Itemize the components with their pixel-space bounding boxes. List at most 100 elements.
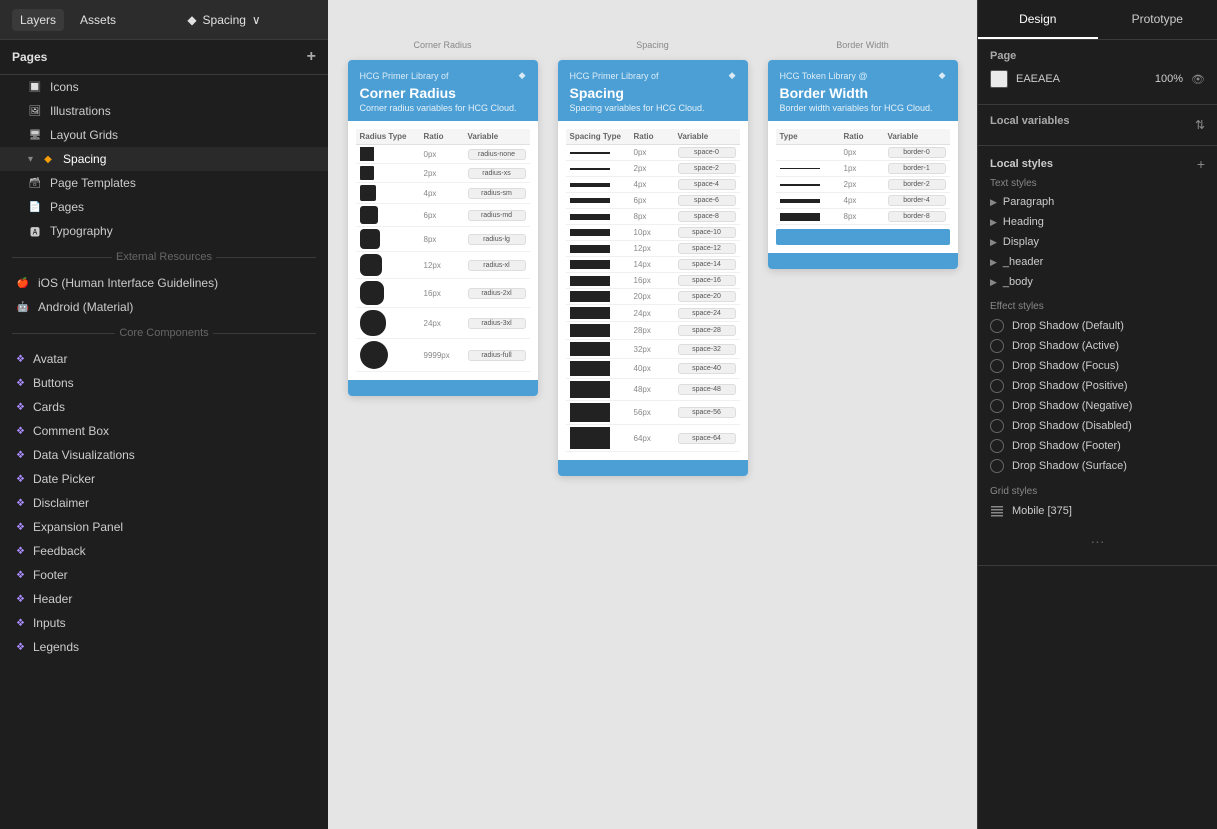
effect-drop-shadow-disabled[interactable]: Drop Shadow (Disabled) bbox=[990, 416, 1205, 436]
assets-tab[interactable]: Assets bbox=[72, 9, 124, 31]
canvas-inner: Corner Radius HCG Primer Library of ◆ Co… bbox=[348, 40, 958, 476]
style-label: _body bbox=[1003, 276, 1033, 288]
card-title: Spacing bbox=[570, 85, 736, 101]
style-group-display-row[interactable]: ▶ Display bbox=[990, 233, 1205, 251]
triangle-icon: ▶ bbox=[990, 217, 997, 228]
more-options[interactable]: ··· bbox=[990, 527, 1205, 555]
sidebar-item-cards[interactable]: ❖ Cards bbox=[0, 395, 328, 419]
table-row: 8px space-8 bbox=[566, 209, 740, 225]
sidebar-item-page-templates[interactable]: 🗃 Page Templates bbox=[0, 171, 328, 195]
effect-icon bbox=[990, 419, 1004, 433]
sidebar-item-ios[interactable]: 🍎 iOS (Human Interface Guidelines) bbox=[0, 271, 328, 295]
sidebar-item-data-visualizations[interactable]: ❖ Data Visualizations bbox=[0, 443, 328, 467]
card-title: Corner Radius bbox=[360, 85, 526, 101]
sidebar-item-footer[interactable]: ❖ Footer bbox=[0, 563, 328, 587]
table-header: Radius Type Ratio Variable bbox=[356, 129, 530, 145]
effect-drop-shadow-footer[interactable]: Drop Shadow (Footer) bbox=[990, 436, 1205, 456]
sidebar-item-label: Illustrations bbox=[50, 104, 111, 118]
sidebar-item-illustrations[interactable]: 🖼 Illustrations bbox=[0, 99, 328, 123]
effect-icon bbox=[990, 439, 1004, 453]
effect-icon bbox=[990, 319, 1004, 333]
sidebar-item-label: Pages bbox=[50, 200, 84, 214]
card-body: Type Ratio Variable 0px border-0 1px bor… bbox=[768, 121, 958, 253]
top-bar: Layers Assets ◆ Spacing ∨ bbox=[0, 0, 328, 40]
spacing-swatch bbox=[570, 183, 610, 187]
sidebar-item-comment-box[interactable]: ❖ Comment Box bbox=[0, 419, 328, 443]
add-page-button[interactable]: + bbox=[307, 48, 316, 66]
table-row: 20px space-20 bbox=[566, 289, 740, 305]
card-header: HCG Token Library @ ◆ Border Width Borde… bbox=[768, 60, 958, 121]
table-row: 24px radius-3xl bbox=[356, 308, 530, 339]
page-color-swatch[interactable] bbox=[990, 70, 1008, 88]
sidebar-item-pages[interactable]: 📄 Pages bbox=[0, 195, 328, 219]
card-header: HCG Primer Library of ◆ Spacing Spacing … bbox=[558, 60, 748, 121]
effect-drop-shadow-positive[interactable]: Drop Shadow (Positive) bbox=[990, 376, 1205, 396]
local-vars-icon[interactable]: ⇅ bbox=[1195, 118, 1205, 132]
effect-drop-shadow-active[interactable]: Drop Shadow (Active) bbox=[990, 336, 1205, 356]
radius-swatch bbox=[360, 147, 374, 161]
page-color-row: EAEAEA 100% 👁 bbox=[990, 70, 1205, 88]
sidebar-item-icons[interactable]: 🔲 Icons bbox=[0, 75, 328, 99]
effect-drop-shadow-surface[interactable]: Drop Shadow (Surface) bbox=[990, 456, 1205, 476]
sidebar-item-label: Legends bbox=[33, 640, 79, 654]
sidebar-item-label: Data Visualizations bbox=[33, 448, 135, 462]
sidebar-item-date-picker[interactable]: ❖ Date Picker bbox=[0, 467, 328, 491]
visibility-icon[interactable]: 👁 bbox=[1191, 73, 1205, 86]
effect-drop-shadow-negative[interactable]: Drop Shadow (Negative) bbox=[990, 396, 1205, 416]
style-group-header: ▶ _header bbox=[990, 253, 1205, 271]
page-icon: 📄 bbox=[28, 200, 42, 214]
spacing-swatch bbox=[570, 427, 610, 449]
component-icon: ❖ bbox=[16, 354, 25, 365]
sidebar-item-label: Feedback bbox=[33, 544, 86, 558]
sidebar-item-buttons[interactable]: ❖ Buttons bbox=[0, 371, 328, 395]
layers-tab[interactable]: Layers bbox=[12, 9, 64, 31]
page-icon: 🗃 bbox=[28, 176, 42, 190]
tab-prototype[interactable]: Prototype bbox=[1098, 0, 1217, 39]
sidebar-item-label: Android (Material) bbox=[38, 300, 133, 314]
effect-drop-shadow-focus[interactable]: Drop Shadow (Focus) bbox=[990, 356, 1205, 376]
table-row: 56px space-56 bbox=[566, 401, 740, 425]
page-dropdown-icon[interactable]: ∨ bbox=[252, 13, 261, 27]
page-icon: ◆ bbox=[41, 152, 55, 166]
page-section-title: Page bbox=[990, 50, 1205, 62]
spacing-swatch bbox=[570, 168, 610, 170]
sidebar-item-expansion-panel[interactable]: ❖ Expansion Panel bbox=[0, 515, 328, 539]
spacing-swatch bbox=[570, 361, 610, 376]
sidebar-item-avatar[interactable]: ❖ Avatar bbox=[0, 347, 328, 371]
local-vars-title: Local variables bbox=[990, 115, 1070, 127]
sidebar-item-typography[interactable]: 🅰 Typography bbox=[0, 219, 328, 243]
sidebar-item-android[interactable]: 🤖 Android (Material) bbox=[0, 295, 328, 319]
spacing-swatch bbox=[570, 381, 610, 398]
effect-icon bbox=[990, 399, 1004, 413]
add-style-button[interactable]: + bbox=[1197, 156, 1205, 172]
table-row: 12px radius-xl bbox=[356, 252, 530, 279]
sidebar-item-legends[interactable]: ❖ Legends bbox=[0, 635, 328, 659]
sidebar-item-header[interactable]: ❖ Header bbox=[0, 587, 328, 611]
sidebar-item-disclaimer[interactable]: ❖ Disclaimer bbox=[0, 491, 328, 515]
spacing-swatch bbox=[570, 276, 610, 286]
style-group-header-row[interactable]: ▶ _header bbox=[990, 253, 1205, 271]
ios-icon: 🍎 bbox=[16, 276, 30, 290]
radius-swatch bbox=[360, 206, 378, 224]
sidebar-item-feedback[interactable]: ❖ Feedback bbox=[0, 539, 328, 563]
table-row: 24px space-24 bbox=[566, 305, 740, 322]
triangle-icon: ▶ bbox=[990, 197, 997, 208]
badge-icon: ◆ bbox=[729, 70, 736, 81]
table-row: 14px space-14 bbox=[566, 257, 740, 273]
sidebar-item-label: Spacing bbox=[63, 152, 106, 166]
sidebar-item-spacing[interactable]: ▾ ◆ Spacing bbox=[0, 147, 328, 171]
style-group-paragraph-row[interactable]: ▶ Paragraph bbox=[990, 193, 1205, 211]
effect-drop-shadow-default[interactable]: Drop Shadow (Default) bbox=[990, 316, 1205, 336]
spacing-swatch bbox=[570, 198, 610, 203]
style-group-body-row[interactable]: ▶ _body bbox=[990, 273, 1205, 291]
spacing-swatch bbox=[570, 152, 610, 154]
sidebar-item-layout-grids[interactable]: 🖥 Layout Grids bbox=[0, 123, 328, 147]
sidebar-item-inputs[interactable]: ❖ Inputs bbox=[0, 611, 328, 635]
tab-design[interactable]: Design bbox=[978, 0, 1098, 39]
style-group-heading-row[interactable]: ▶ Heading bbox=[990, 213, 1205, 231]
grid-mobile[interactable]: Mobile [375] bbox=[990, 501, 1205, 521]
border-swatch bbox=[780, 184, 820, 186]
table-row: 1px border-1 bbox=[776, 161, 950, 177]
card-subtitle: Spacing variables for HCG Cloud. bbox=[570, 103, 736, 113]
border-width-card: HCG Token Library @ ◆ Border Width Borde… bbox=[768, 60, 958, 269]
